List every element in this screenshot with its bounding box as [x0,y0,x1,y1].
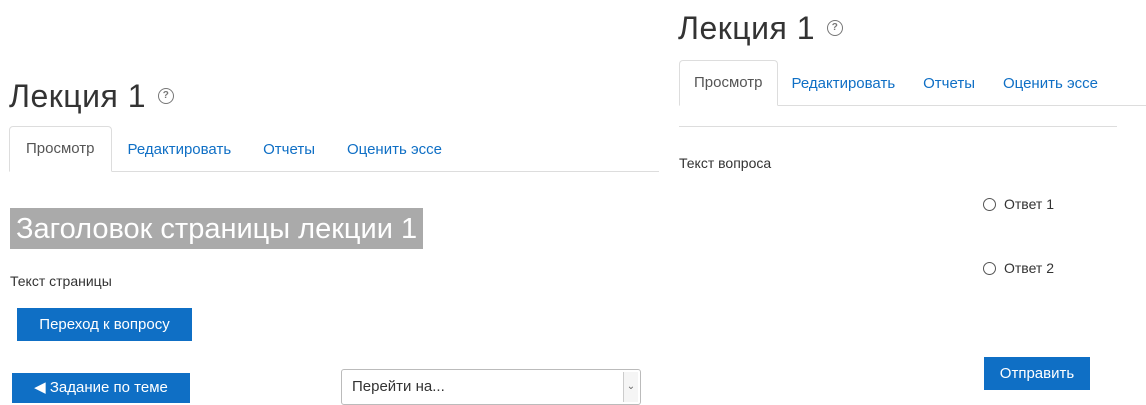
answer-option[interactable]: Ответ 2 [983,260,1054,276]
question-tab-edit[interactable]: Редактировать [778,62,910,106]
tab-view[interactable]: Просмотр [9,126,112,172]
question-tab-bar: Просмотр Редактировать Отчеты Оценить эс… [679,60,1146,106]
page-title: Лекция 1? [9,78,175,115]
radio-button[interactable] [983,261,996,275]
question-text: Текст вопроса [679,155,772,171]
tab-reports[interactable]: Отчеты [247,128,331,172]
question-page-title-text: Лекция 1 [678,10,816,46]
jump-select-value: Перейти на... [352,378,445,395]
page-title-text: Лекция 1 [9,78,147,114]
jump-select[interactable]: Перейти на... ⌄ [341,369,641,405]
help-icon[interactable]: ? [158,87,175,104]
answer-option[interactable]: Ответ 1 [983,196,1054,212]
lesson-page-heading: Заголовок страницы лекции 1 [10,208,424,249]
tab-grade-essays[interactable]: Оценить эссе [331,128,458,172]
left-lesson-view: Лекция 1? Просмотр Редактировать Отчеты … [0,0,660,405]
lesson-page-text: Текст страницы [10,273,112,289]
question-tab-grade-essays[interactable]: Оценить эссе [989,62,1112,106]
submit-button[interactable]: Отправить [984,357,1090,390]
content-divider [679,126,1117,127]
prev-task-button[interactable]: ◀ Задание по теме [12,373,190,403]
chevron-down-icon[interactable]: ⌄ [623,372,638,402]
tab-edit[interactable]: Редактировать [112,128,248,172]
radio-button[interactable] [983,197,996,211]
tab-bar: Просмотр Редактировать Отчеты Оценить эс… [9,126,659,172]
goto-question-button[interactable]: Переход к вопросу [17,308,192,341]
question-page-title: Лекция 1? [678,10,844,47]
question-tab-reports[interactable]: Отчеты [909,62,989,106]
help-icon[interactable]: ? [827,19,844,36]
question-tab-view[interactable]: Просмотр [679,60,778,106]
answer-label[interactable]: Ответ 2 [1004,260,1054,276]
answer-label[interactable]: Ответ 1 [1004,196,1054,212]
